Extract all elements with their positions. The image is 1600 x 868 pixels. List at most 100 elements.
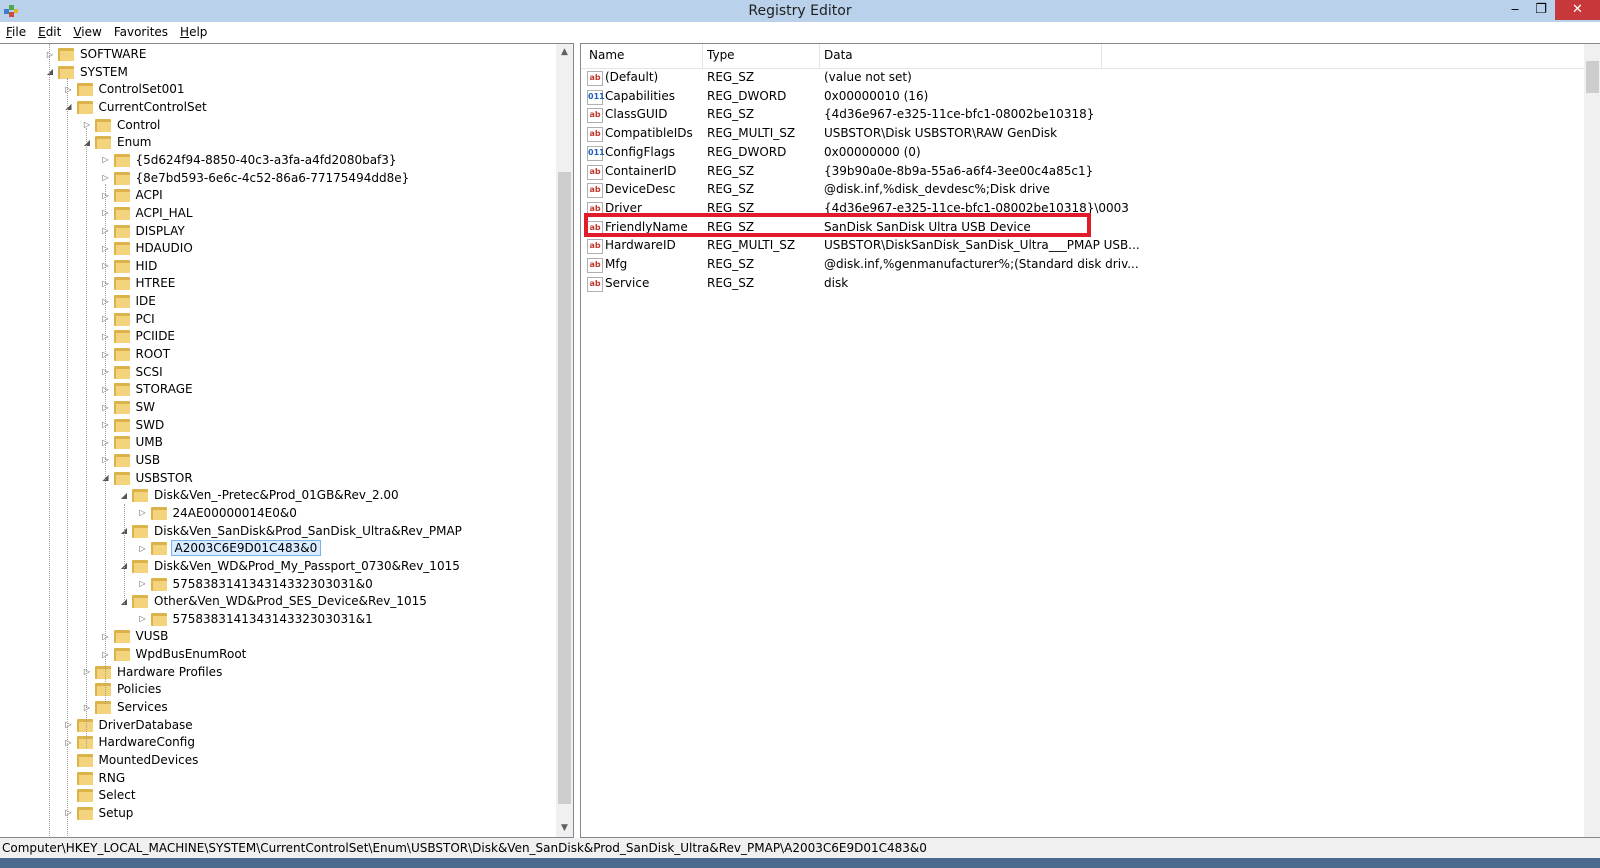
minimize-button[interactable]: ‒: [1502, 0, 1528, 20]
tree-node[interactable]: ▷ PCIIDE: [100, 327, 178, 345]
value-row[interactable]: 011 Capabilities REG_DWORD 0x00000010 (16): [581, 88, 1581, 106]
expand-arrow-icon[interactable]: ▷: [100, 173, 112, 182]
expand-arrow-icon[interactable]: ▷: [63, 85, 75, 94]
tree-node-label[interactable]: Services: [115, 700, 170, 714]
expand-arrow-icon[interactable]: ▷: [137, 544, 149, 553]
tree-node[interactable]: ▷ SW: [100, 398, 157, 416]
tree-node-label[interactable]: Setup: [97, 806, 136, 820]
expand-arrow-icon[interactable]: ▷: [63, 720, 75, 729]
tree-node[interactable]: ▷ DISPLAY: [100, 222, 187, 240]
tree-node-label[interactable]: RNG: [97, 771, 128, 785]
tree-node-label[interactable]: MountedDevices: [97, 753, 201, 767]
tree-node-label[interactable]: Disk&Ven_SanDisk&Prod_SanDisk_Ultra&Rev_…: [152, 524, 464, 538]
tree-node[interactable]: ▷ 24AE00000014E0&0: [137, 504, 299, 522]
tree-node[interactable]: ▷ HTREE: [100, 274, 178, 292]
value-row[interactable]: ab Mfg REG_SZ @disk.inf,%genmanufacturer%;(…: [581, 256, 1581, 274]
expand-arrow-icon[interactable]: ▷: [100, 155, 112, 164]
value-row[interactable]: 011 ConfigFlags REG_DWORD 0x00000000 (0): [581, 144, 1581, 162]
tree-node[interactable]: ▷ PCI: [100, 310, 157, 328]
column-header-name[interactable]: Name: [589, 48, 624, 62]
value-row[interactable]: ab HardwareID REG_MULTI_SZ USBSTOR\DiskSanD…: [581, 237, 1581, 255]
tree-node-label[interactable]: 24AE00000014E0&0: [171, 506, 299, 520]
value-row[interactable]: ab Service REG_SZ disk: [581, 275, 1581, 293]
tree-scroll-thumb[interactable]: [558, 172, 571, 804]
tree-node-label[interactable]: A2003C6E9D01C483&0: [170, 540, 322, 557]
expand-arrow-icon[interactable]: ▷: [81, 703, 93, 712]
menu-item[interactable]: File: [0, 22, 32, 42]
value-row[interactable]: ab ClassGUID REG_SZ {4d36e967-e325-11ce-bfc…: [581, 106, 1581, 124]
tree-node[interactable]: ▷ SOFTWARE: [44, 45, 148, 63]
expand-arrow-icon[interactable]: ▷: [63, 738, 75, 747]
values-scrollbar[interactable]: [1584, 44, 1600, 837]
expand-arrow-icon[interactable]: ▷: [137, 508, 149, 517]
tree-node-label[interactable]: HDAUDIO: [134, 241, 195, 255]
tree-node[interactable]: ▷ A2003C6E9D01C483&0: [137, 539, 322, 557]
expand-arrow-icon[interactable]: ▷: [137, 614, 149, 623]
tree-node[interactable]: ▷ SWD: [100, 416, 167, 434]
tree-node[interactable]: ◢ USBSTOR: [100, 469, 195, 487]
column-divider[interactable]: [1101, 44, 1102, 68]
tree-node[interactable]: ▷ Hardware Profiles: [81, 663, 224, 681]
tree-node[interactable]: ▷ {8e7bd593-6e6c-4c52-86a6-77175494dd8e}: [100, 169, 412, 187]
column-header-type[interactable]: Type: [707, 48, 735, 62]
tree-node-label[interactable]: Other&Ven_WD&Prod_SES_Device&Rev_1015: [152, 594, 429, 608]
scroll-up-icon[interactable]: ▲: [556, 44, 573, 61]
tree-node-label[interactable]: PCIIDE: [134, 329, 178, 343]
collapse-arrow-icon[interactable]: ◢: [118, 491, 130, 500]
tree-node-label[interactable]: HTREE: [134, 276, 178, 290]
tree-node-label[interactable]: STORAGE: [134, 382, 195, 396]
tree-node-label[interactable]: DISPLAY: [134, 224, 187, 238]
tree-node[interactable]: ▷ IDE: [100, 292, 158, 310]
tree-node[interactable]: ▷ DriverDatabase: [63, 716, 195, 734]
column-divider[interactable]: [819, 44, 820, 68]
tree-node-label[interactable]: Select: [97, 788, 138, 802]
tree-node-label[interactable]: Disk&Ven_-Pretec&Prod_01GB&Rev_2.00: [152, 488, 401, 502]
tree-node-label[interactable]: SOFTWARE: [78, 47, 148, 61]
values-scroll-thumb[interactable]: [1586, 61, 1599, 93]
menu-item[interactable]: Help: [174, 22, 213, 42]
collapse-arrow-icon[interactable]: ◢: [63, 102, 75, 111]
close-button[interactable]: ✕: [1555, 0, 1600, 20]
tree-node-label[interactable]: WpdBusEnumRoot: [134, 647, 249, 661]
tree-node[interactable]: RNG: [63, 769, 128, 787]
menu-item[interactable]: Favorites: [108, 22, 174, 42]
tree-node-label[interactable]: SW: [134, 400, 157, 414]
tree-node[interactable]: ▷ 575838314134314332303031&0: [137, 575, 375, 593]
tree-node[interactable]: ◢ Disk&Ven_-Pretec&Prod_01GB&Rev_2.00: [118, 486, 401, 504]
tree-node[interactable]: ▷ ACPI_HAL: [100, 204, 195, 222]
collapse-arrow-icon[interactable]: ◢: [44, 67, 56, 76]
tree-node-label[interactable]: PCI: [134, 312, 157, 326]
tree-node[interactable]: ▷ HID: [100, 257, 160, 275]
tree-node[interactable]: ▷ 575838314134314332303031&1: [137, 610, 375, 628]
tree-node[interactable]: ▷ WpdBusEnumRoot: [100, 645, 249, 663]
column-header-data[interactable]: Data: [824, 48, 853, 62]
tree-node-label[interactable]: CurrentControlSet: [97, 100, 209, 114]
tree-node[interactable]: Policies: [81, 680, 163, 698]
collapse-arrow-icon[interactable]: ◢: [81, 138, 93, 147]
tree-node[interactable]: ◢ Enum: [81, 133, 153, 151]
tree-node-label[interactable]: SCSI: [134, 365, 165, 379]
tree-node[interactable]: ◢ SYSTEM: [44, 63, 130, 81]
tree-node[interactable]: MountedDevices: [63, 751, 201, 769]
tree-scrollbar[interactable]: ▲ ▼: [556, 44, 573, 837]
tree-node-label[interactable]: Hardware Profiles: [115, 665, 224, 679]
tree-node[interactable]: ▷ UMB: [100, 433, 165, 451]
tree-node-label[interactable]: SYSTEM: [78, 65, 130, 79]
tree-node-label[interactable]: 575838314134314332303031&1: [171, 612, 375, 626]
expand-arrow-icon[interactable]: ▷: [81, 667, 93, 676]
expand-arrow-icon[interactable]: ▷: [81, 120, 93, 129]
tree-node-label[interactable]: Enum: [115, 135, 153, 149]
tree-node-label[interactable]: USBSTOR: [134, 471, 195, 485]
value-row[interactable]: ab CompatibleIDs REG_MULTI_SZ USBSTOR\Disk …: [581, 125, 1581, 143]
menu-item[interactable]: View: [67, 22, 107, 42]
tree-node-label[interactable]: UMB: [134, 435, 165, 449]
menu-item[interactable]: Edit: [32, 22, 67, 42]
tree-node[interactable]: ▷ Control: [81, 116, 162, 134]
tree-node-label[interactable]: USB: [134, 453, 163, 467]
tree-node-label[interactable]: HID: [134, 259, 160, 273]
tree-node[interactable]: ▷ Services: [81, 698, 170, 716]
tree-node[interactable]: ▷ HardwareConfig: [63, 733, 197, 751]
value-row[interactable]: ab ContainerID REG_SZ {39b90a0e-8b9a-55a6-a…: [581, 163, 1581, 181]
tree-node-label[interactable]: DriverDatabase: [97, 718, 195, 732]
tree-node-label[interactable]: {8e7bd593-6e6c-4c52-86a6-77175494dd8e}: [134, 171, 412, 185]
